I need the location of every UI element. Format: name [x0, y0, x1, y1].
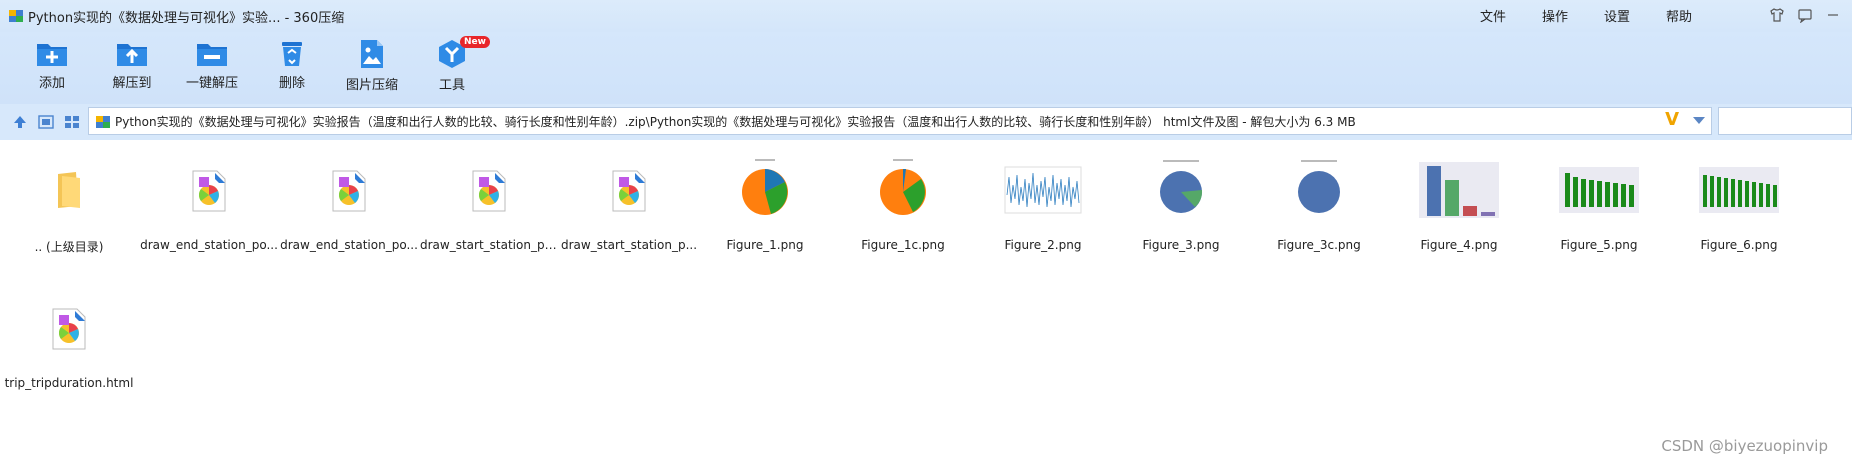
- tools-button[interactable]: New 工具: [412, 36, 492, 93]
- window-title: Python实现的《数据处理与可视化》实验... - 360压缩: [28, 11, 345, 26]
- image-compress-label: 图片压缩: [345, 78, 398, 93]
- file-item-parent[interactable]: .. (上级目录): [0, 140, 138, 255]
- file-item-image[interactable]: Figure_1.png: [696, 140, 834, 252]
- file-name: .. (上级目录): [34, 240, 104, 254]
- chevron-down-icon[interactable]: [1693, 117, 1705, 124]
- html-file-icon: [280, 140, 418, 240]
- file-item-image[interactable]: Figure_1c.png: [834, 140, 972, 252]
- image-compress-icon: [361, 40, 383, 68]
- one-click-extract-label: 一键解压: [185, 76, 238, 91]
- pie-chart-thumbnail-icon: [696, 140, 834, 240]
- file-item-image[interactable]: Figure_6.png: [1670, 140, 1808, 252]
- file-name: trip_tripduration.html: [4, 376, 134, 390]
- menu-file[interactable]: 文件: [1480, 6, 1506, 25]
- delete-label: 删除: [278, 76, 305, 91]
- extract-to-label: 解压到: [112, 76, 152, 91]
- app-icon: [9, 10, 23, 22]
- tools-label: 工具: [438, 78, 465, 93]
- minimize-icon[interactable]: [1822, 4, 1844, 26]
- delete-button[interactable]: 删除: [252, 38, 332, 91]
- watermark: CSDN @biyezuopinvip: [1661, 437, 1828, 455]
- file-name: Figure_1.png: [726, 238, 804, 252]
- add-label: 添加: [38, 76, 65, 91]
- bar-chart-thumbnail-icon: [1670, 140, 1808, 240]
- file-name: draw_start_station_p...: [560, 238, 698, 252]
- archive-icon: [96, 116, 110, 128]
- thumbnail-view-icon[interactable]: [64, 115, 80, 129]
- file-name: Figure_6.png: [1700, 238, 1778, 252]
- recycle-bin-icon: [282, 42, 302, 66]
- window-controls: [1766, 4, 1844, 26]
- file-item-image[interactable]: Figure_3c.png: [1250, 140, 1388, 252]
- line-chart-thumbnail-icon: [974, 140, 1112, 240]
- file-item-image[interactable]: Figure_2.png: [974, 140, 1112, 252]
- file-item-image[interactable]: Figure_4.png: [1390, 140, 1528, 252]
- file-item-image[interactable]: Figure_3.png: [1112, 140, 1250, 252]
- toolbar: 添加 解压到 一键解压 删除 图片压缩 New 工具: [0, 32, 1852, 104]
- file-item-html[interactable]: draw_start_station_po...: [420, 140, 558, 252]
- file-item-html[interactable]: trip_tripduration.html: [0, 278, 138, 390]
- file-item-html[interactable]: draw_end_station_po...: [140, 140, 278, 252]
- file-name: Figure_4.png: [1420, 238, 1498, 252]
- file-name: Figure_1c.png: [861, 238, 945, 252]
- folder-icon: [0, 140, 138, 240]
- address-field[interactable]: Python实现的《数据处理与可视化》实验报告（温度和出行人数的比较、骑行长度和…: [88, 107, 1712, 135]
- menu-bar: 文件 操作 设置 帮助: [1480, 6, 1692, 25]
- extract-to-button[interactable]: 解压到: [92, 38, 172, 91]
- add-folder-icon: [37, 44, 67, 66]
- new-badge: New: [460, 36, 490, 48]
- html-file-icon: [140, 140, 278, 240]
- feedback-icon[interactable]: [1794, 4, 1816, 26]
- add-button[interactable]: 添加: [12, 38, 92, 91]
- menu-settings[interactable]: 设置: [1604, 6, 1630, 25]
- file-name: Figure_3c.png: [1277, 238, 1361, 252]
- pie-chart-thumbnail-icon: [1250, 140, 1388, 240]
- one-click-extract-icon: [197, 44, 227, 66]
- address-bar: Python实现的《数据处理与可视化》实验报告（温度和出行人数的比较、骑行长度和…: [0, 104, 1852, 140]
- file-name: draw_end_station_po...: [280, 238, 418, 252]
- file-item-image[interactable]: Figure_5.png: [1530, 140, 1668, 252]
- html-file-icon: [560, 140, 698, 240]
- html-file-icon: [420, 140, 558, 240]
- bar-chart-thumbnail-icon: [1530, 140, 1668, 240]
- file-name: draw_end_station_po...: [140, 238, 278, 252]
- list-view-icon[interactable]: [38, 115, 54, 129]
- image-compress-button[interactable]: 图片压缩: [332, 38, 412, 93]
- menu-help[interactable]: 帮助: [1666, 6, 1692, 25]
- skin-shirt-icon[interactable]: [1766, 4, 1788, 26]
- file-name: draw_start_station_po...: [420, 238, 558, 252]
- file-name: Figure_2.png: [1004, 238, 1082, 252]
- extract-to-icon: [117, 44, 147, 66]
- file-name: Figure_3.png: [1142, 238, 1220, 252]
- pie-chart-thumbnail-icon: [1112, 140, 1250, 240]
- v-logo-icon[interactable]: V: [1665, 109, 1679, 130]
- search-input[interactable]: [1718, 107, 1852, 135]
- file-grid: .. (上级目录) draw_end_station_po... draw_en…: [0, 140, 1852, 467]
- html-file-icon: [0, 278, 138, 378]
- file-item-html[interactable]: draw_start_station_p...: [560, 140, 698, 252]
- address-path: Python实现的《数据处理与可视化》实验报告（温度和出行人数的比较、骑行长度和…: [115, 115, 1356, 129]
- file-name: Figure_5.png: [1560, 238, 1638, 252]
- title-bar: Python实现的《数据处理与可视化》实验... - 360压缩 文件 操作 设…: [0, 0, 1852, 32]
- menu-operate[interactable]: 操作: [1542, 6, 1568, 25]
- pie-chart-thumbnail-icon: [834, 140, 972, 240]
- bar-chart-thumbnail-icon: [1390, 140, 1528, 240]
- one-click-extract-button[interactable]: 一键解压: [172, 38, 252, 91]
- file-item-html[interactable]: draw_end_station_po...: [280, 140, 418, 252]
- up-arrow-icon[interactable]: [12, 115, 28, 129]
